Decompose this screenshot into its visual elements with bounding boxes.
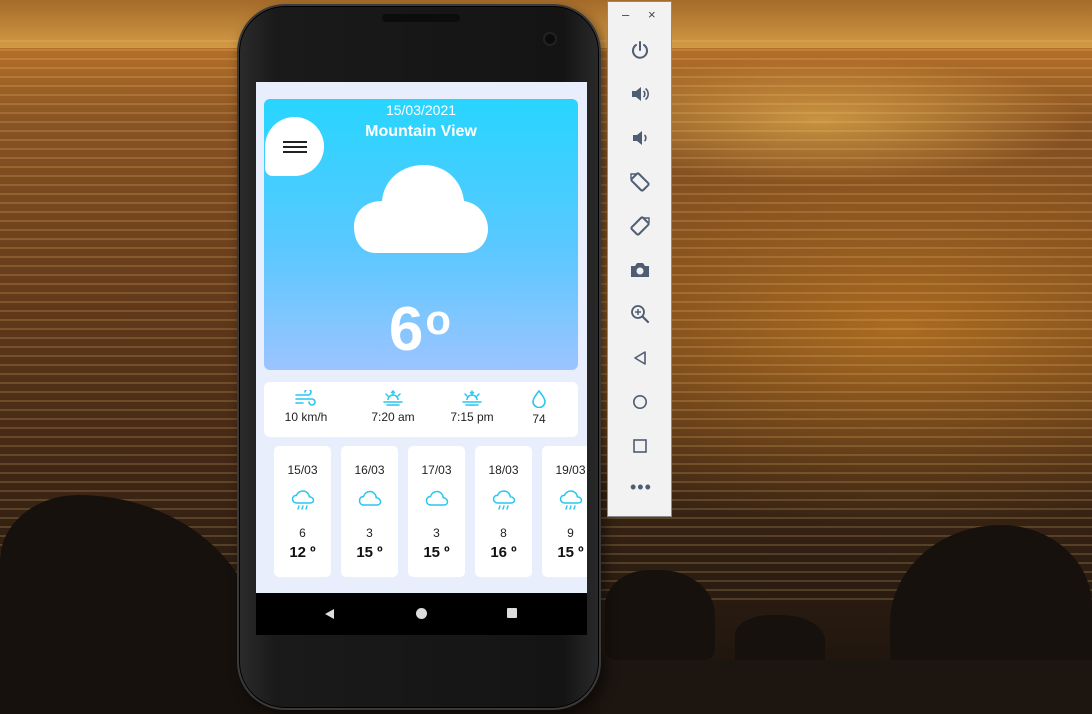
current-temperature: 6o bbox=[388, 295, 454, 364]
rotate-left-button[interactable] bbox=[628, 170, 652, 194]
zoom-icon bbox=[631, 305, 650, 324]
forecast-date: 15/03 bbox=[287, 463, 318, 477]
humidity-value: 74 bbox=[532, 412, 546, 426]
power-icon bbox=[632, 41, 648, 59]
forecast-day-card[interactable]: 15/03 6 12 º bbox=[274, 446, 331, 577]
nav-recents-icon[interactable] bbox=[507, 608, 517, 618]
sunrise-time: 7:20 am bbox=[371, 410, 415, 424]
emulator-toolbar: – × ••• bbox=[607, 1, 672, 517]
overview-icon bbox=[633, 439, 647, 453]
forecast-list[interactable]: 15/03 6 12 º 16/03 3 15 º 17/03 3 15 º 1… bbox=[274, 446, 587, 578]
forecast-value: 9 bbox=[567, 526, 574, 540]
rain-cloud-icon bbox=[559, 490, 583, 510]
rotate-right-icon bbox=[630, 216, 650, 236]
current-weather-card: 15/03/2021 Mountain View 6o bbox=[264, 99, 578, 370]
nav-back-icon[interactable] bbox=[324, 608, 335, 620]
app-screen: 15/03/2021 Mountain View 6o 10 km/h 7:20… bbox=[256, 82, 587, 635]
stat-sunrise: 7:20 am bbox=[353, 390, 433, 424]
forecast-temperature: 12 º bbox=[289, 544, 316, 561]
degree-symbol: o bbox=[425, 296, 454, 343]
hamburger-icon bbox=[282, 138, 307, 156]
volume-down-button[interactable] bbox=[628, 126, 652, 150]
forecast-value: 6 bbox=[299, 526, 306, 540]
screenshot-button[interactable] bbox=[628, 258, 652, 282]
home-icon bbox=[633, 395, 647, 409]
phone-camera bbox=[543, 32, 557, 46]
forecast-date: 19/03 bbox=[555, 463, 586, 477]
sunrise-icon bbox=[383, 390, 403, 406]
close-button[interactable]: × bbox=[648, 8, 656, 22]
forecast-temperature: 16 º bbox=[490, 544, 517, 561]
stat-humidity: 74 bbox=[499, 390, 579, 426]
home-button[interactable] bbox=[628, 390, 652, 414]
zoom-button[interactable] bbox=[628, 302, 652, 326]
back-icon bbox=[634, 351, 646, 365]
rotate-right-button[interactable] bbox=[628, 214, 652, 238]
forecast-date: 16/03 bbox=[354, 463, 385, 477]
cloud-icon bbox=[358, 490, 382, 506]
power-button[interactable] bbox=[628, 38, 652, 62]
wind-speed: 10 km/h bbox=[284, 410, 328, 424]
rotate-left-icon bbox=[630, 172, 650, 192]
rain-cloud-icon bbox=[291, 490, 315, 510]
stat-wind: 10 km/h bbox=[266, 390, 346, 424]
rain-cloud-icon bbox=[492, 490, 516, 510]
cloud-icon bbox=[425, 490, 449, 506]
camera-icon bbox=[631, 263, 649, 277]
forecast-date: 18/03 bbox=[488, 463, 519, 477]
weather-stats-bar: 10 km/h 7:20 am 7:15 pm 74 bbox=[264, 382, 578, 437]
forecast-value: 3 bbox=[366, 526, 373, 540]
wind-icon bbox=[295, 390, 316, 406]
sunset-icon bbox=[462, 390, 482, 406]
volume-up-button[interactable] bbox=[628, 82, 652, 106]
forecast-day-card[interactable]: 18/03 8 16 º bbox=[475, 446, 532, 577]
forecast-temperature: 15 º bbox=[423, 544, 450, 561]
back-button[interactable] bbox=[628, 346, 652, 370]
background-rock bbox=[605, 570, 715, 660]
android-nav-bar bbox=[256, 593, 587, 635]
forecast-day-card[interactable]: 19/03 9 15 º bbox=[542, 446, 587, 577]
forecast-value: 3 bbox=[433, 526, 440, 540]
minimize-button[interactable]: – bbox=[622, 8, 629, 22]
background-shore bbox=[600, 660, 1092, 714]
forecast-value: 8 bbox=[500, 526, 507, 540]
background-rock bbox=[735, 615, 825, 665]
volume-down-icon bbox=[633, 131, 647, 145]
forecast-day-card[interactable]: 16/03 3 15 º bbox=[341, 446, 398, 577]
forecast-temperature: 15 º bbox=[356, 544, 383, 561]
phone-speaker bbox=[382, 14, 460, 22]
volume-up-icon bbox=[632, 87, 649, 101]
forecast-temperature: 15 º bbox=[557, 544, 584, 561]
menu-button[interactable] bbox=[265, 117, 324, 176]
emulator-phone-frame: 15/03/2021 Mountain View 6o 10 km/h 7:20… bbox=[237, 4, 601, 710]
current-date: 15/03/2021 bbox=[385, 102, 457, 118]
overview-button[interactable] bbox=[628, 434, 652, 458]
forecast-day-card[interactable]: 17/03 3 15 º bbox=[408, 446, 465, 577]
forecast-date: 17/03 bbox=[421, 463, 452, 477]
nav-home-icon[interactable] bbox=[416, 608, 427, 619]
cloud-icon bbox=[354, 165, 488, 253]
more-options-icon[interactable]: ••• bbox=[630, 478, 652, 496]
humidity-drop-icon bbox=[532, 390, 546, 408]
